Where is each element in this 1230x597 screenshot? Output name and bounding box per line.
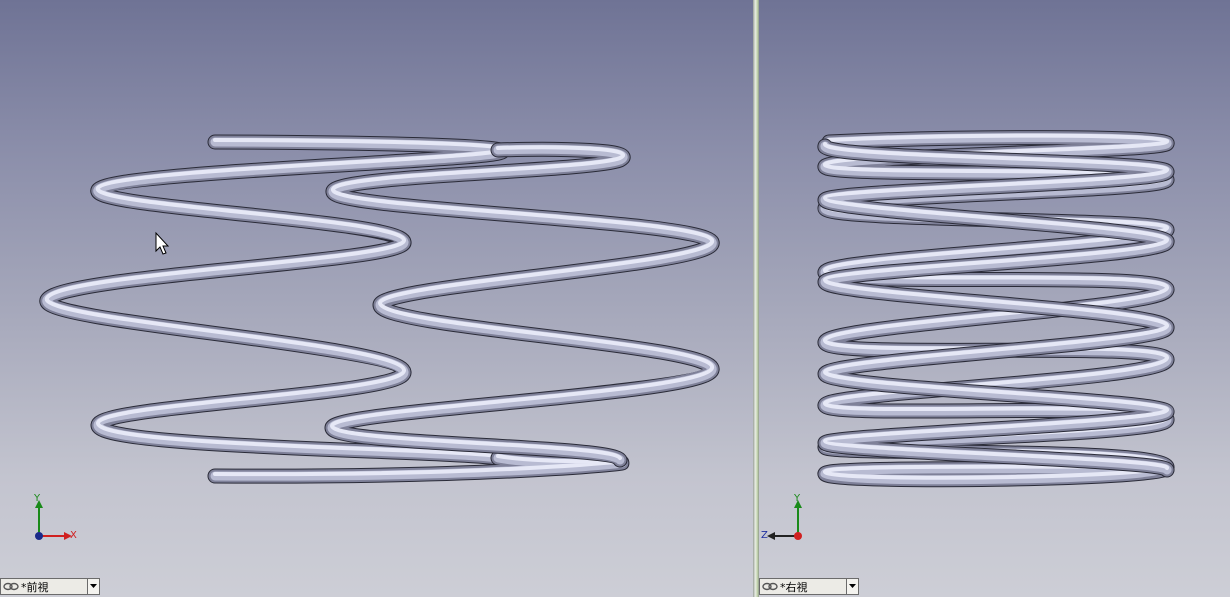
spring-model-front-view[interactable] — [0, 0, 753, 597]
right-viewport[interactable]: Y Z *右視 — [759, 0, 1230, 597]
view-name: *右視 — [780, 580, 808, 594]
view-name: *前視 — [21, 580, 49, 594]
view-selector[interactable]: *前視 — [0, 578, 100, 595]
link-icon — [3, 582, 19, 591]
z-axis-label: Z — [761, 530, 768, 541]
axis-triad: Y Z — [759, 494, 819, 544]
mouse-cursor-icon — [155, 231, 170, 255]
y-axis-label: Y — [794, 493, 801, 504]
axis-triad: Y X — [30, 494, 90, 544]
view-selector[interactable]: *右視 — [759, 578, 859, 595]
link-icon — [762, 582, 778, 591]
x-axis-label: X — [70, 530, 77, 541]
front-viewport[interactable]: Y X *前視 — [0, 0, 753, 597]
spring-model-right-view[interactable] — [759, 0, 1230, 597]
chevron-down-icon[interactable] — [87, 579, 99, 594]
y-axis-label: Y — [34, 493, 41, 504]
chevron-down-icon[interactable] — [846, 579, 858, 594]
